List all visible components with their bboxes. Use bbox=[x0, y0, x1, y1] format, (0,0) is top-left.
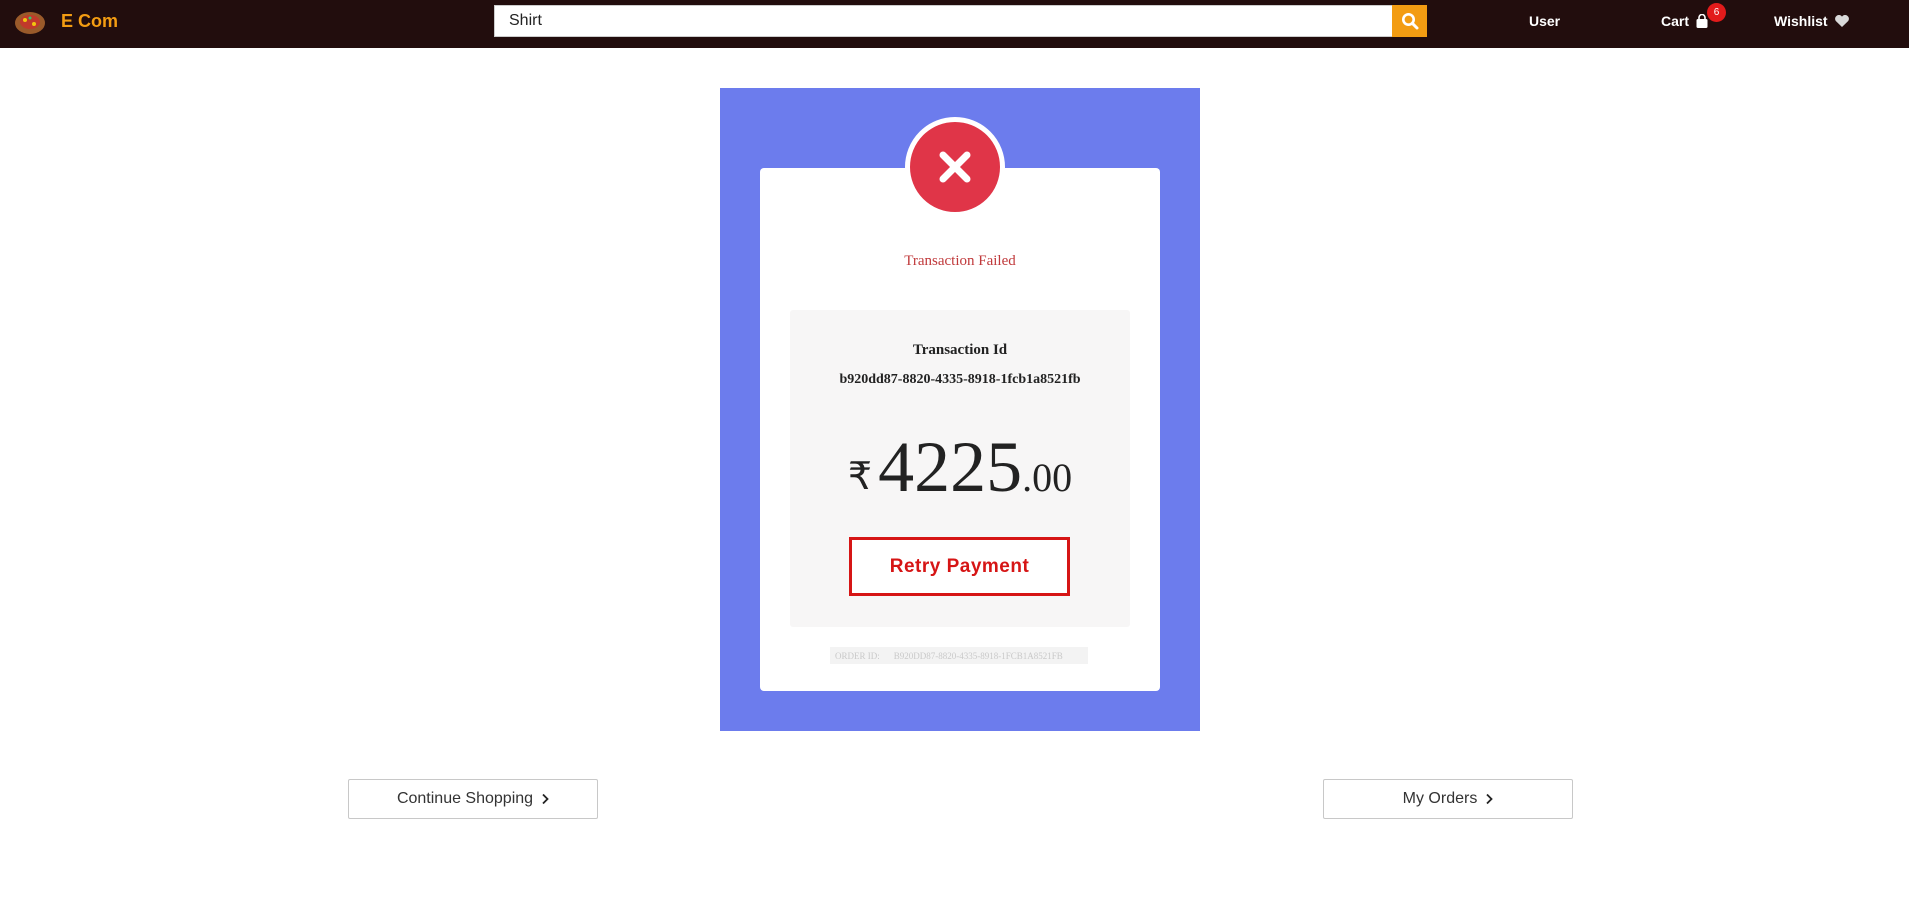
transaction-status-text: Transaction Failed bbox=[904, 253, 1016, 269]
nav-user-label: User bbox=[1529, 13, 1561, 29]
transaction-id-value: b920dd87-8820-4335-8918-1fcb1a8521fb bbox=[839, 372, 1081, 387]
currency-symbol: ₹ bbox=[847, 456, 873, 498]
transaction-amount: ₹4225.00 bbox=[790, 426, 1130, 509]
heart-icon bbox=[1834, 15, 1849, 27]
nav-cart-label: Cart bbox=[1661, 13, 1690, 29]
search-icon bbox=[1401, 13, 1418, 30]
amount-decimal: .00 bbox=[1022, 455, 1073, 500]
close-icon bbox=[939, 151, 971, 183]
nav-wishlist-label: Wishlist bbox=[1774, 13, 1828, 29]
nav-wishlist-link[interactable]: Wishlist bbox=[1774, 13, 1850, 29]
retry-payment-button[interactable]: Retry Payment bbox=[849, 537, 1070, 596]
order-id-strip: ORDER ID: B920DD87-8820-4335-8918-1FCB1A… bbox=[830, 647, 1088, 664]
ecom-logo-icon[interactable] bbox=[13, 8, 47, 36]
brand-name[interactable]: E Com bbox=[61, 11, 118, 32]
continue-shopping-button[interactable]: Continue Shopping bbox=[348, 779, 598, 819]
cart-count-badge: 6 bbox=[1707, 3, 1726, 22]
chevron-right-icon bbox=[542, 793, 549, 805]
search-input[interactable] bbox=[494, 5, 1392, 37]
amount-integer: 4225 bbox=[878, 427, 1023, 507]
my-orders-button[interactable]: My Orders bbox=[1323, 779, 1573, 819]
nav-cart-link[interactable]: Cart bbox=[1661, 13, 1709, 29]
continue-shopping-label: Continue Shopping bbox=[396, 790, 534, 807]
nav-user-link[interactable]: User bbox=[1529, 13, 1560, 29]
chevron-right-icon bbox=[1486, 793, 1494, 805]
failure-badge bbox=[905, 117, 1005, 217]
transaction-id-label: Transaction Id bbox=[912, 342, 1008, 358]
search-button[interactable] bbox=[1392, 5, 1427, 37]
top-navbar: E Com User Cart 6 Wishlist bbox=[0, 0, 1909, 48]
my-orders-label: My Orders bbox=[1402, 790, 1478, 807]
order-id-value: B920DD87-8820-4335-8918-1FCB1A8521FB bbox=[893, 650, 1063, 661]
order-id-label: ORDER ID: bbox=[835, 650, 880, 661]
